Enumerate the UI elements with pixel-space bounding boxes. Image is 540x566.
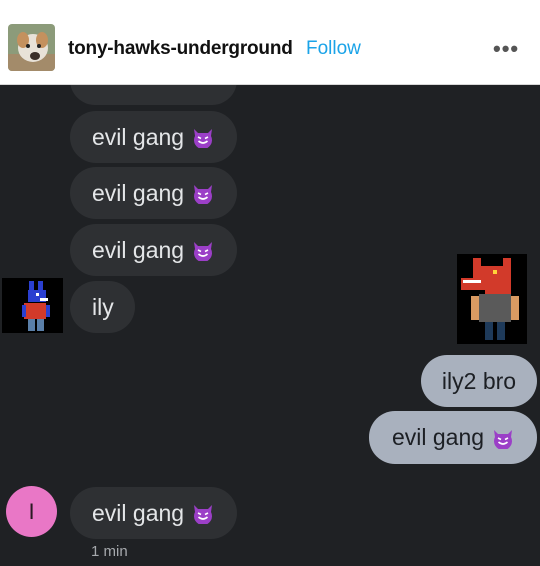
message-bubble-outgoing: ily2 bro [421, 355, 537, 407]
message-bubble: ily [70, 281, 135, 333]
message-bubble: evil gang [70, 167, 237, 219]
message-text: evil gang [92, 499, 185, 526]
message-text: evil gang [92, 123, 185, 150]
smiling-imp-icon [192, 239, 214, 261]
blog-avatar[interactable] [8, 24, 55, 71]
user-avatar-fox [457, 254, 527, 344]
message-text: evil gang [391, 424, 485, 450]
message-bubble-outgoing: evil gang [369, 411, 537, 464]
more-options-icon[interactable]: ••• [493, 36, 519, 62]
smiling-imp-icon [192, 502, 214, 524]
chat-screenshot: evil gang evil gang evil gang ily ily2 b… [0, 85, 540, 566]
message-bubble: evil gang [70, 111, 237, 163]
message-text: ily2 bro [441, 367, 517, 394]
smiling-imp-icon [492, 427, 514, 449]
contact-avatar-bunny [2, 278, 63, 333]
smiling-imp-icon [192, 126, 214, 148]
message-timestamp: 1 min [91, 543, 128, 560]
message-bubble: evil gang [70, 224, 237, 276]
message-text: evil gang [92, 179, 185, 206]
message-text: ily [92, 293, 114, 320]
smiling-imp-icon [192, 182, 214, 204]
message-text: evil gang [92, 236, 185, 263]
blog-username[interactable]: tony-hawks-underground [68, 38, 293, 60]
post-header: tony-hawks-underground Follow ••• [0, 0, 540, 85]
follow-button[interactable]: Follow [306, 38, 361, 60]
message-bubble: evil gang [70, 487, 237, 539]
contact-initial-avatar: I [6, 486, 57, 537]
message-bubble-clipped [70, 85, 237, 105]
